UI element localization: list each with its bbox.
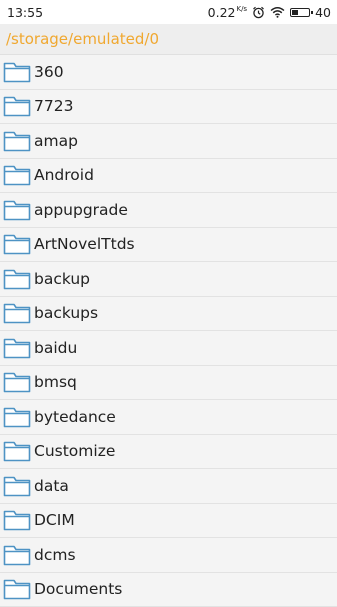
folder-icon [3,267,31,291]
folder-name: backup [34,270,90,288]
folder-icon [3,577,31,601]
folder-icon [3,543,31,567]
folder-icon [3,129,31,153]
folder-row[interactable]: data [0,469,337,504]
folder-icon [3,439,31,463]
folder-row[interactable]: Documents [0,573,337,607]
wifi-icon [270,6,285,18]
folder-name: Documents [34,580,122,598]
folder-name: bytedance [34,408,116,426]
folder-row[interactable]: Customize [0,435,337,470]
folder-row[interactable]: Android [0,159,337,194]
folder-name: 360 [34,63,64,81]
folder-name: Android [34,166,94,184]
folder-name: baidu [34,339,77,357]
current-path: /storage/emulated/0 [6,30,159,48]
folder-row[interactable]: bytedance [0,400,337,435]
folder-name: ArtNovelTtds [34,235,135,253]
alarm-icon [252,6,265,19]
folder-row[interactable]: baidu [0,331,337,366]
network-speed-value: 0.22 [208,5,236,20]
folder-name: Customize [34,442,115,460]
folder-list: 360 7723 amap Android appupgrade ArtNovelTtds… [0,55,337,607]
current-path-bar[interactable]: /storage/emulated/0 [0,24,337,55]
battery-icon [290,8,310,17]
folder-icon [3,198,31,222]
folder-name: amap [34,132,78,150]
battery-level-fill [292,10,298,15]
folder-row[interactable]: ArtNovelTtds [0,228,337,263]
clock: 13:55 [7,5,43,20]
folder-row[interactable]: amap [0,124,337,159]
folder-name: backups [34,304,98,322]
folder-row[interactable]: dcms [0,538,337,573]
network-speed: 0.22 K/s [208,5,247,20]
folder-icon [3,94,31,118]
folder-icon [3,163,31,187]
folder-icon [3,301,31,325]
folder-name: data [34,477,69,495]
folder-row[interactable]: 7723 [0,90,337,125]
folder-icon [3,405,31,429]
folder-icon [3,370,31,394]
folder-row[interactable]: backup [0,262,337,297]
folder-row[interactable]: DCIM [0,504,337,539]
folder-name: dcms [34,546,76,564]
network-speed-unit: K/s [236,5,247,13]
folder-row[interactable]: 360 [0,55,337,90]
folder-row[interactable]: backups [0,297,337,332]
folder-row[interactable]: appupgrade [0,193,337,228]
folder-name: appupgrade [34,201,128,219]
folder-icon [3,336,31,360]
battery-level-text: 40 [315,5,331,20]
folder-name: 7723 [34,97,73,115]
folder-icon [3,232,31,256]
folder-icon [3,60,31,84]
folder-row[interactable]: bmsq [0,366,337,401]
folder-icon [3,508,31,532]
folder-name: DCIM [34,511,75,529]
status-bar: 13:55 0.22 K/s 40 [0,0,337,24]
folder-name: bmsq [34,373,77,391]
status-icons: 0.22 K/s 40 [208,5,331,20]
folder-icon [3,474,31,498]
